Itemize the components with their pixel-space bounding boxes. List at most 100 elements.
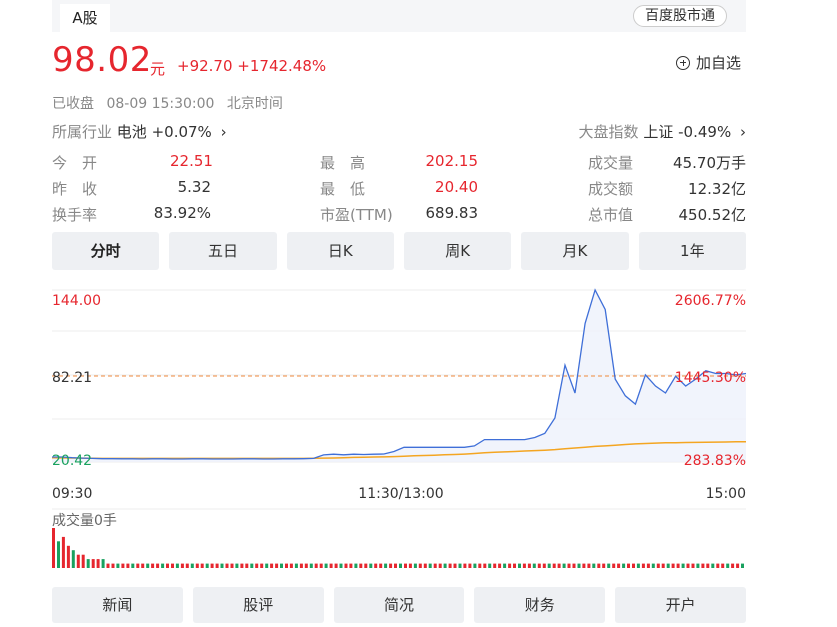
volume-bar bbox=[612, 563, 616, 568]
volume-bar bbox=[636, 563, 640, 568]
volume-bar bbox=[52, 528, 55, 568]
industry-link[interactable]: 所属行业 电池 +0.07% › bbox=[52, 121, 227, 142]
volume-bar bbox=[121, 563, 125, 568]
price-change: +92.70 +1742.48% bbox=[177, 57, 326, 75]
bottom-nav: 新闻 股评 简况 财务 开户 bbox=[52, 587, 746, 623]
volume-bar bbox=[260, 563, 264, 568]
volume-bar bbox=[379, 563, 383, 568]
baidu-stock-link[interactable]: 百度股市通 bbox=[633, 5, 727, 27]
volume-label: 成交量0手 bbox=[52, 512, 117, 529]
tab-weekly-k[interactable]: 周K bbox=[403, 232, 512, 270]
tab-intraday[interactable]: 分时 bbox=[52, 232, 160, 270]
volume-bar bbox=[478, 563, 482, 568]
news-tab[interactable]: 新闻 bbox=[52, 587, 183, 623]
tab-one-year[interactable]: 1年 bbox=[638, 232, 746, 270]
stat-value-low: 20.40 bbox=[435, 178, 478, 196]
stat-value-high: 202.15 bbox=[425, 152, 479, 170]
industry-change: +0.07% bbox=[151, 123, 212, 141]
volume-bar bbox=[126, 563, 130, 568]
stat-label-volume: 成交量 bbox=[588, 154, 634, 172]
volume-bar bbox=[225, 563, 229, 568]
volume-bar bbox=[597, 563, 601, 568]
market-label: 大盘指数 bbox=[578, 123, 639, 141]
y-left-tick-mid: 82.21 bbox=[52, 370, 92, 386]
volume-bar bbox=[527, 563, 531, 568]
add-favorite-label: 加自选 bbox=[696, 54, 742, 72]
volume-bar bbox=[607, 563, 611, 568]
open-account-tab[interactable]: 开户 bbox=[615, 587, 746, 623]
chart-period-tabs: 分时 五日 日K 周K 月K 1年 bbox=[52, 232, 746, 270]
current-price: 98.02 bbox=[52, 40, 152, 80]
volume-bar bbox=[394, 563, 397, 568]
volume-bar bbox=[646, 563, 650, 568]
volume-bar bbox=[696, 563, 700, 568]
stat-value-prev-close: 5.32 bbox=[177, 178, 211, 196]
market-index-link[interactable]: 大盘指数 上证 -0.49% › bbox=[579, 121, 746, 142]
volume-bar bbox=[468, 563, 472, 568]
volume-bar bbox=[314, 563, 318, 568]
closed-status: 已收盘 bbox=[52, 96, 94, 112]
industry-name: 电池 bbox=[116, 123, 147, 141]
x-tick-open: 09:30 bbox=[52, 486, 92, 502]
volume-bar bbox=[632, 563, 635, 568]
tab-five-day[interactable]: 五日 bbox=[169, 232, 277, 270]
volume-bar bbox=[438, 563, 442, 568]
volume-bar bbox=[255, 563, 259, 568]
volume-bar bbox=[617, 563, 621, 568]
y-right-tick-mid: 1445.30% bbox=[675, 370, 746, 386]
tab-a-share[interactable]: A股 bbox=[60, 4, 110, 32]
volume-bar bbox=[716, 563, 720, 568]
volume-bars bbox=[52, 528, 744, 568]
stat-label-turnover-rate: 换手率 bbox=[52, 206, 98, 224]
tab-monthly-k[interactable]: 月K bbox=[521, 232, 629, 270]
market-name: 上证 bbox=[643, 123, 674, 141]
volume-bar bbox=[299, 563, 303, 568]
volume-bar bbox=[488, 563, 492, 568]
stat-value-volume: 45.70万手 bbox=[673, 154, 746, 172]
volume-bar bbox=[230, 563, 234, 568]
stat-value-turnover-rate: 83.92% bbox=[153, 204, 211, 222]
volume-bar bbox=[463, 563, 467, 568]
volume-bar bbox=[562, 563, 566, 568]
volume-bar bbox=[339, 563, 343, 568]
volume-bar bbox=[200, 563, 204, 568]
volume-bar bbox=[161, 563, 165, 568]
timezone: 北京时间 bbox=[226, 96, 283, 112]
volume-bar bbox=[408, 563, 412, 568]
volume-bar bbox=[661, 563, 665, 568]
volume-bar bbox=[503, 563, 507, 568]
volume-bar bbox=[522, 563, 526, 568]
volume-bar bbox=[76, 554, 80, 568]
volume-bar bbox=[195, 563, 199, 568]
profile-tab[interactable]: 简况 bbox=[333, 587, 465, 623]
volume-bar bbox=[280, 563, 283, 568]
volume-bar bbox=[131, 563, 135, 568]
volume-bar bbox=[741, 563, 744, 568]
intraday-chart[interactable]: 144.00 82.21 20.42 2606.77% 1445.30% 283… bbox=[0, 282, 837, 507]
commentary-tab[interactable]: 股评 bbox=[192, 587, 324, 623]
volume-bar bbox=[61, 536, 65, 568]
add-favorite-button[interactable]: 加自选 bbox=[676, 52, 741, 73]
volume-bar bbox=[349, 563, 353, 568]
volume-bar bbox=[111, 563, 115, 568]
volume-bar bbox=[577, 563, 581, 568]
volume-bar bbox=[666, 563, 670, 568]
volume-bar bbox=[532, 563, 536, 568]
volume-bar bbox=[171, 563, 174, 568]
volume-bar bbox=[433, 563, 437, 568]
volume-bar bbox=[151, 563, 155, 568]
volume-bar bbox=[57, 541, 60, 568]
volume-bar bbox=[498, 563, 502, 568]
volume-bar bbox=[418, 563, 422, 568]
stat-label-open: 今 开 bbox=[52, 154, 98, 172]
timestamp: 08-09 15:30:00 bbox=[106, 96, 215, 112]
volume-bar bbox=[582, 563, 586, 568]
volume-bar bbox=[404, 563, 407, 568]
volume-bar bbox=[250, 563, 254, 568]
volume-bar bbox=[319, 563, 323, 568]
volume-bar bbox=[354, 563, 358, 568]
financials-tab[interactable]: 财务 bbox=[474, 587, 606, 623]
volume-bar bbox=[309, 563, 313, 568]
tab-daily-k[interactable]: 日K bbox=[286, 232, 394, 270]
volume-bar bbox=[508, 563, 512, 568]
